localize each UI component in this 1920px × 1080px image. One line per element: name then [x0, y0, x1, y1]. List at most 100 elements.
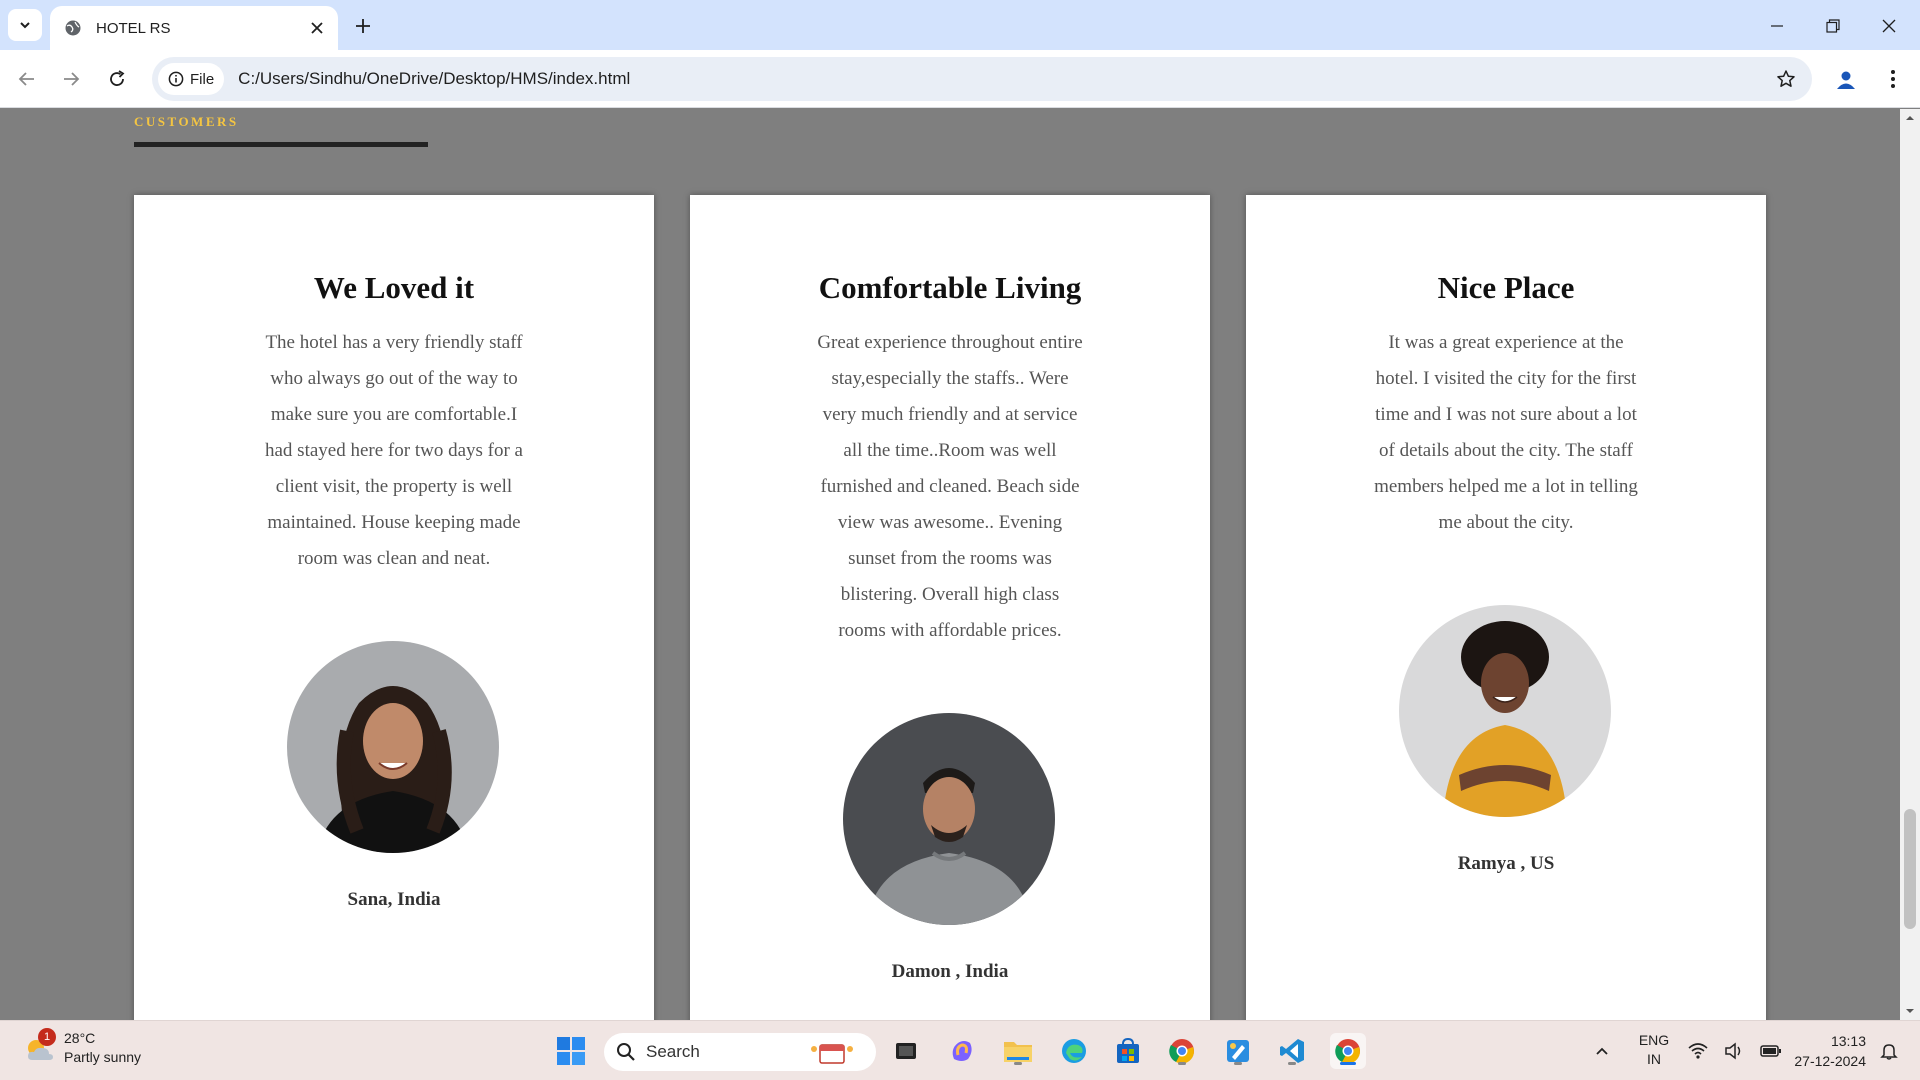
search-icon	[617, 1043, 635, 1061]
back-button[interactable]	[12, 64, 42, 94]
running-indicator	[1234, 1062, 1242, 1065]
weather-widget[interactable]: 1 28°C Partly sunny	[22, 1028, 142, 1067]
volume-icon	[1725, 1042, 1741, 1060]
reload-icon	[110, 70, 125, 86]
avatar	[1399, 605, 1611, 817]
bookmark-button[interactable]	[1772, 65, 1800, 93]
file-chip-label: File	[190, 70, 215, 88]
store-button[interactable]	[1110, 1033, 1146, 1069]
testimonial-review: Great experience throughout entire stay,…	[817, 332, 1083, 641]
scroll-up-icon[interactable]	[1905, 113, 1915, 123]
customer-photo	[1399, 605, 1611, 817]
browser-tab-bar: HOTEL RS	[0, 0, 1920, 50]
system-tray-quick-settings[interactable]	[1680, 1033, 1790, 1069]
restore-icon	[1826, 19, 1840, 33]
notification-bell-icon	[1880, 1044, 1898, 1060]
weather-description: Partly sunny	[64, 1049, 142, 1065]
tab-title: HOTEL RS	[96, 19, 171, 37]
task-view-icon	[896, 1043, 916, 1059]
close-icon[interactable]	[308, 19, 326, 37]
section-underline	[134, 142, 428, 147]
scrollbar-thumb[interactable]	[1904, 809, 1916, 929]
page-scrollbar[interactable]	[1900, 109, 1920, 1020]
windows-icon	[557, 1037, 585, 1065]
vscode-icon	[1280, 1039, 1304, 1063]
close-icon	[1882, 19, 1896, 33]
address-bar[interactable]: File C:/Users/Sindhu/OneDrive/Desktop/HM…	[152, 57, 1812, 101]
clock-date: 27-12-2024	[1794, 1053, 1866, 1069]
testimonial-title: We Loved it	[313, 270, 475, 305]
new-tab-button[interactable]	[350, 13, 376, 39]
profile-button[interactable]	[1830, 64, 1862, 96]
customer-name: Damon , India	[891, 961, 1009, 982]
customer-name: Ramya , US	[1457, 853, 1555, 874]
chrome-active-button[interactable]	[1330, 1033, 1366, 1069]
reload-button[interactable]	[102, 64, 132, 94]
wifi-icon	[1688, 1043, 1708, 1059]
edge-button[interactable]	[1056, 1033, 1092, 1069]
customer-name: Sana, India	[347, 889, 441, 910]
show-hidden-icons-button[interactable]	[1584, 1033, 1620, 1069]
vscode-button[interactable]	[1274, 1033, 1310, 1069]
running-indicator	[1014, 1062, 1022, 1065]
avatar	[287, 641, 499, 853]
customer-photo	[843, 713, 1055, 925]
avatar	[843, 713, 1055, 925]
testimonial-title: Comfortable Living	[818, 270, 1082, 305]
testimonial-review: The hotel has a very friendly staff who …	[265, 332, 523, 569]
chevron-up-icon	[1596, 1047, 1608, 1055]
tab-search-button[interactable]	[8, 9, 42, 41]
star-icon	[1777, 70, 1795, 87]
close-window-button[interactable]	[1875, 12, 1903, 40]
copilot-button[interactable]	[944, 1033, 980, 1069]
page-viewport: CUSTOMERS We Loved it The hotel has a ve…	[0, 109, 1920, 1020]
section-label: CUSTOMERS	[134, 114, 239, 129]
running-indicator	[1178, 1062, 1186, 1065]
edge-icon	[1062, 1039, 1086, 1063]
browser-toolbar: File C:/Users/Sindhu/OneDrive/Desktop/HM…	[0, 50, 1920, 108]
chrome-icon	[1335, 1039, 1360, 1064]
region-code: IN	[1647, 1051, 1661, 1067]
forward-button[interactable]	[56, 64, 86, 94]
paint-button[interactable]	[1220, 1033, 1256, 1069]
url-text[interactable]: C:/Users/Sindhu/OneDrive/Desktop/HMS/ind…	[238, 69, 1772, 89]
info-icon	[168, 71, 184, 87]
testimonial-title: Nice Place	[1437, 270, 1575, 305]
battery-icon	[1760, 1045, 1781, 1057]
testimonial-card: Comfortable Living Great experience thro…	[690, 195, 1210, 1020]
testimonial-review: It was a great experience at the hotel. …	[1374, 332, 1638, 533]
arrow-left-icon	[18, 72, 34, 86]
paint-icon	[1227, 1040, 1249, 1062]
restore-button[interactable]	[1819, 12, 1847, 40]
more-vertical-icon	[1891, 70, 1895, 88]
chrome-button[interactable]	[1164, 1033, 1200, 1069]
file-explorer-button[interactable]	[1000, 1033, 1036, 1069]
scroll-down-icon[interactable]	[1905, 1006, 1915, 1016]
clock-time: 13:13	[1830, 1033, 1866, 1049]
temperature: 28°C	[64, 1030, 96, 1046]
active-indicator	[1340, 1062, 1356, 1065]
clock[interactable]: 13:13 27-12-2024	[1786, 1031, 1866, 1071]
running-indicator	[1288, 1062, 1296, 1065]
task-view-button[interactable]	[888, 1033, 924, 1069]
chevron-down-icon	[20, 22, 30, 29]
weather-icon: 1	[22, 1028, 58, 1066]
language-indicator[interactable]: ENG IN	[1634, 1031, 1674, 1069]
globe-icon	[65, 20, 81, 36]
chrome-icon	[1169, 1039, 1194, 1064]
minimize-button[interactable]	[1763, 12, 1791, 40]
copilot-icon	[952, 1041, 972, 1061]
folder-icon	[1004, 1042, 1032, 1062]
notification-badge: 1	[38, 1028, 56, 1046]
start-button[interactable]	[553, 1033, 589, 1069]
browser-menu-button[interactable]	[1878, 64, 1908, 94]
notification-center-button[interactable]	[1874, 1033, 1904, 1069]
taskbar: 1 28°C Partly sunny Search ENG IN 13:13 …	[0, 1020, 1920, 1080]
search-placeholder: Search	[646, 1042, 700, 1061]
minimize-icon	[1771, 25, 1783, 27]
browser-tab[interactable]: HOTEL RS	[50, 6, 338, 50]
customer-photo	[287, 641, 499, 853]
site-info-chip[interactable]: File	[158, 63, 225, 95]
taskbar-search[interactable]: Search	[604, 1033, 876, 1071]
language-code: ENG	[1638, 1032, 1670, 1048]
